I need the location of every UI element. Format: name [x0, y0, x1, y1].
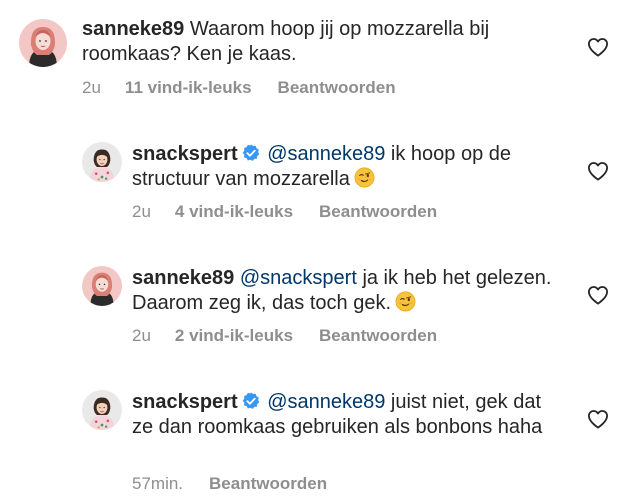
heart-outline-icon[interactable] — [587, 161, 609, 181]
heart-outline-icon[interactable] — [587, 37, 609, 57]
comment-username[interactable]: snackspert — [132, 391, 238, 413]
comment-time[interactable]: 57min. — [132, 474, 183, 494]
comment-text: snackspert @sanneke89 ik hoop op de stru… — [132, 142, 552, 192]
reply-button[interactable]: Beantwoorden — [319, 202, 437, 222]
reply-button[interactable]: Beantwoorden — [209, 474, 327, 494]
verified-badge-icon — [242, 392, 260, 410]
comment-mention[interactable]: @sanneke89 — [267, 143, 385, 165]
reply-button[interactable]: Beantwoorden — [319, 326, 437, 346]
comment-meta: 2u 4 vind-ik-leuks Beantwoorden — [132, 202, 437, 222]
comment-username[interactable]: snackspert — [132, 143, 238, 165]
comment-username[interactable]: sanneke89 — [132, 267, 234, 289]
avatar-image — [19, 19, 67, 67]
comment-mention[interactable]: @sanneke89 — [267, 391, 385, 413]
wink-emoji-icon — [354, 167, 375, 188]
avatar-image — [82, 390, 122, 430]
comment-4: snackspert @sanneke89 juist niet, gek da… — [0, 358, 641, 500]
comment-1: sanneke89 Waarom hoop jij op mozzarella … — [0, 0, 641, 110]
avatar-image — [82, 142, 122, 182]
wink-emoji-icon — [395, 291, 416, 312]
comment-text: sanneke89 @snackspert ja ik heb het gele… — [132, 266, 552, 316]
avatar[interactable] — [19, 19, 67, 67]
avatar[interactable] — [82, 142, 122, 182]
comment-time[interactable]: 2u — [132, 202, 151, 222]
comment-time[interactable]: 2u — [82, 78, 101, 98]
comment-meta: 57min. Beantwoorden — [132, 474, 327, 494]
avatar[interactable] — [82, 390, 122, 430]
comment-meta: 2u 2 vind-ik-leuks Beantwoorden — [132, 326, 437, 346]
reply-button[interactable]: Beantwoorden — [278, 78, 396, 98]
heart-outline-icon[interactable] — [587, 285, 609, 305]
comment-3: sanneke89 @snackspert ja ik heb het gele… — [0, 234, 641, 358]
comment-time[interactable]: 2u — [132, 326, 151, 346]
comment-username[interactable]: sanneke89 — [82, 18, 184, 40]
comment-meta: 2u 11 vind-ik-leuks Beantwoorden — [82, 78, 396, 98]
avatar[interactable] — [82, 266, 122, 306]
comment-text: snackspert @sanneke89 juist niet, gek da… — [132, 390, 552, 440]
comment-2: snackspert @sanneke89 ik hoop op de stru… — [0, 110, 641, 234]
comment-likes[interactable]: 2 vind-ik-leuks — [175, 326, 293, 346]
comment-mention[interactable]: @snackspert — [240, 267, 357, 289]
comment-text: sanneke89 Waarom hoop jij op mozzarella … — [82, 17, 532, 67]
verified-badge-icon — [242, 144, 260, 162]
heart-outline-icon[interactable] — [587, 409, 609, 429]
avatar-image — [82, 266, 122, 306]
comment-likes[interactable]: 4 vind-ik-leuks — [175, 202, 293, 222]
comment-likes[interactable]: 11 vind-ik-leuks — [125, 78, 252, 98]
